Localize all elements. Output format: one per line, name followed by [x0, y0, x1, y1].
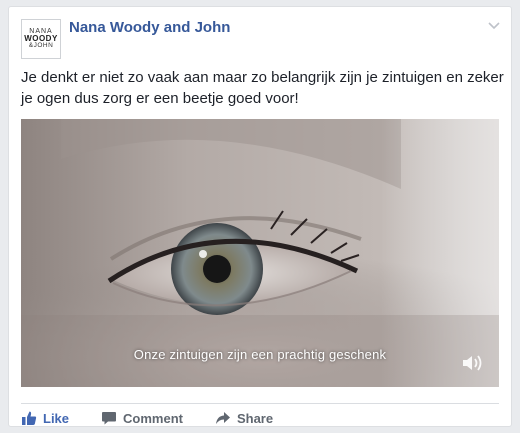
share-button[interactable]: Share [215, 410, 273, 426]
thumbs-up-icon [22, 411, 37, 425]
avatar-line-3: &JOHN [28, 42, 54, 50]
actions-divider [21, 403, 499, 404]
video-subtitle: Onze zintuigen zijn een prachtig geschen… [133, 347, 387, 362]
like-label: Like [43, 410, 70, 426]
page-avatar[interactable]: NANA WOODY &JOHN [21, 19, 61, 59]
share-label: Share [236, 410, 274, 426]
comment-button[interactable]: Comment [101, 410, 183, 426]
post-text: Je denkt er niet zo vaak aan maar zo bel… [21, 69, 504, 107]
post-actions: Like Comment Share [21, 408, 305, 426]
post-card: NANA WOODY &JOHN Nana Woody and John Je … [8, 6, 512, 427]
share-icon [215, 412, 230, 424]
comment-icon [102, 412, 117, 425]
page-name-link[interactable]: Nana Woody and John [69, 19, 230, 36]
chevron-down-icon[interactable] [487, 19, 501, 33]
video-player[interactable]: Onze zintuigen zijn een prachtig geschen… [21, 119, 499, 387]
comment-label: Comment [123, 410, 183, 426]
speaker-icon[interactable] [461, 353, 485, 373]
like-button[interactable]: Like [21, 410, 69, 426]
